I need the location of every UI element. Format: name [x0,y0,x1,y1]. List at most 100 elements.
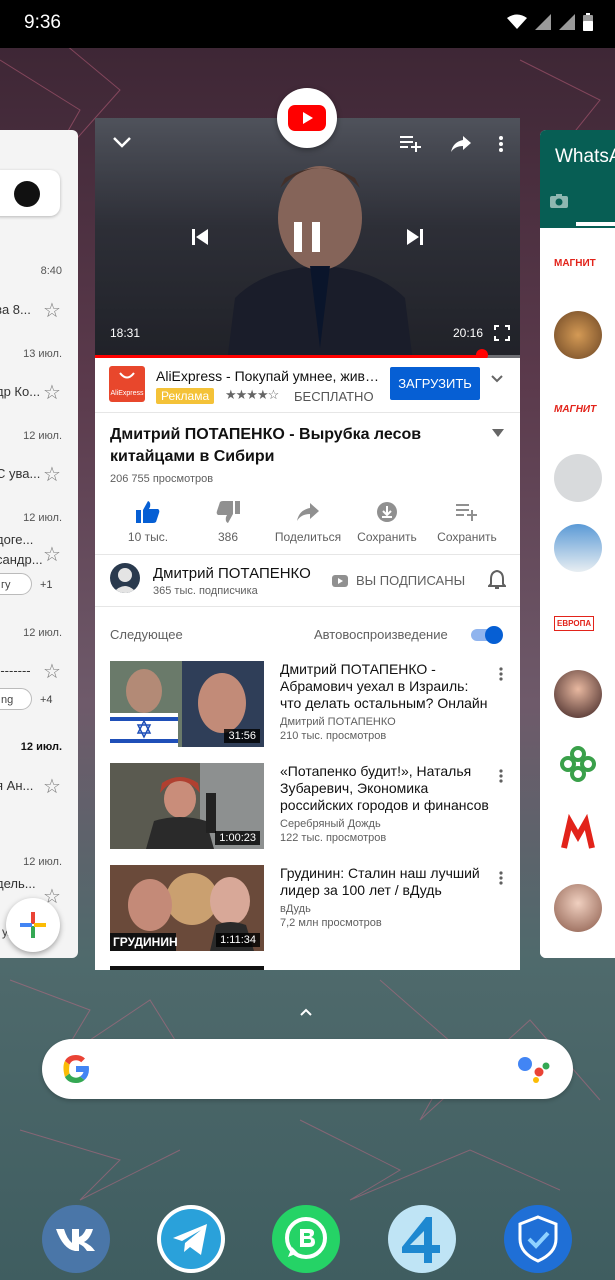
channel-row[interactable]: Дмитрий ПОТАПЕНКО 365 тыс. подписчика ВЫ… [95,556,520,606]
chip-count: +4 [40,694,53,706]
chat-avatar-logo[interactable]: ЕВРОПА [554,616,595,631]
next-video-item[interactable]: 1:00:23 «Потапенко будит!», Наталья Зуба… [95,763,520,853]
next-video-thumbnail-partial[interactable] [110,966,264,970]
item-time: 8:40 [40,265,62,277]
channel-avatar[interactable] [110,563,140,593]
google-assistant-icon[interactable] [517,1054,551,1084]
previous-icon[interactable] [190,227,210,247]
more-icon[interactable] [499,667,503,681]
video-player[interactable]: 18:31 20:16 [95,118,520,358]
chat-avatar[interactable] [554,524,602,572]
share-icon[interactable] [451,136,471,152]
compose-button[interactable] [6,898,60,952]
video-thumbnail[interactable]: 31:56 [110,661,264,747]
telegram-icon [161,1209,221,1269]
dislike-button[interactable]: 386 [183,498,273,544]
video-duration: 1:11:34 [216,933,260,947]
chevron-up-icon[interactable] [298,1006,314,1018]
recent-app-youtube[interactable]: 18:31 20:16 AliExpress AliExpress - Поку… [95,118,520,970]
item-time: 12 июл. [20,741,62,753]
whatsapp-business-app-icon[interactable] [272,1205,340,1273]
telegram-app-icon[interactable] [157,1205,225,1273]
like-button[interactable]: 10 тыс. [103,498,193,544]
plus-icon [20,912,46,938]
star-icon[interactable]: ☆ [43,659,61,684]
search-box[interactable] [0,170,60,216]
autoplay-toggle[interactable] [471,626,503,644]
star-icon[interactable]: ☆ [43,542,61,567]
security-app-icon[interactable] [504,1205,572,1273]
autoplay-label: Автовоспроизведение [314,627,448,642]
next-icon[interactable] [405,227,425,247]
camera-icon[interactable] [550,194,568,208]
avatar[interactable] [14,181,40,207]
chevron-down-icon[interactable] [490,374,504,384]
up-next-label: Следующее [110,627,183,642]
download-label: Сохранить [357,530,417,544]
share-button[interactable]: Поделиться [263,498,353,544]
install-button[interactable]: ЗАГРУЗИТЬ [390,367,480,400]
video-duration: 1:00:23 [215,831,260,845]
video-channel: Дмитрий ПОТАПЕНКО [280,716,396,728]
more-icon[interactable] [499,871,503,885]
four-app-icon[interactable] [388,1205,456,1273]
attachment-chip[interactable]: ng [0,688,32,710]
star-icon[interactable]: ☆ [43,774,61,799]
view-count: 206 755 просмотров [110,473,214,485]
video-views: 122 тыс. просмотров [280,832,387,844]
search-input[interactable] [42,1039,573,1099]
thumbs-up-icon [136,501,160,523]
subscribed-label: ВЫ ПОДПИСАНЫ [356,573,466,588]
minimize-icon[interactable] [111,134,133,150]
video-thumbnail[interactable]: 1:00:23 [110,763,264,849]
chat-avatar[interactable] [554,311,602,359]
youtube-app-icon[interactable] [277,88,337,148]
star-icon[interactable]: ☆ [43,298,61,323]
expand-description-icon[interactable] [491,428,505,438]
pause-icon[interactable] [292,220,322,254]
shopping-bag-icon [119,372,135,379]
video-title[interactable]: Грудинин: Сталин наш лучший лидер за 100… [280,865,490,899]
chat-avatar-logo[interactable]: МАГНИТ [554,258,596,269]
video-views: 7,2 млн просмотров [280,917,382,929]
more-icon[interactable] [498,135,504,153]
download-icon [377,502,397,522]
magnit-logo-icon [561,814,595,849]
chat-avatar[interactable] [554,740,602,788]
chat-avatar[interactable] [554,884,602,932]
fullscreen-icon[interactable] [494,325,510,341]
download-button[interactable]: Сохранить [342,498,432,544]
save-button[interactable]: Сохранить [422,498,512,544]
item-text: дель... [0,876,36,891]
app-title: WhatsApp [555,146,615,167]
item-time: 12 июл. [23,512,62,524]
next-video-item[interactable]: 31:56 Дмитрий ПОТАПЕНКО - Абрамович уеха… [95,661,520,751]
chat-avatar[interactable] [554,670,602,718]
video-thumbnail[interactable]: ГРУДИНИН 1:11:34 [110,865,264,951]
recent-app-right[interactable]: WhatsApp МАГНИТ МАГНИТ ЕВРОПА [540,130,615,958]
chat-avatar-logo[interactable]: МАГНИТ [554,404,596,415]
item-text: С ува... [0,466,41,481]
vk-app-icon[interactable] [42,1205,110,1273]
star-icon[interactable]: ☆ [43,462,61,487]
status-bar: 9:36 [0,0,615,48]
video-title[interactable]: «Потапенко будит!», Наталья Зубаревич, Э… [280,763,490,814]
bell-icon[interactable] [488,570,506,590]
recent-app-left[interactable]: 8:40 за 8... ☆ 13 июл. др Ко... ☆ 12 июл… [0,130,78,958]
attachment-chip[interactable]: гу [0,573,32,595]
video-title[interactable]: Дмитрий ПОТАПЕНКО - Абрамович уехал в Из… [280,661,490,712]
chat-avatar[interactable] [554,454,602,502]
time-current: 18:31 [110,326,141,340]
chat-avatar[interactable] [554,810,602,858]
progress-scrubber[interactable] [475,349,488,358]
item-text: -------- [0,663,31,678]
ad-banner[interactable]: AliExpress AliExpress - Покупай умнее, ж… [95,358,520,413]
star-icon[interactable]: ☆ [43,380,61,405]
next-video-item[interactable]: ГРУДИНИН 1:11:34 Грудинин: Сталин наш лу… [95,865,520,955]
more-icon[interactable] [499,769,503,783]
channel-name[interactable]: Дмитрий ПОТАПЕНКО [153,565,311,582]
video-title[interactable]: Дмитрий ПОТАПЕНКО - Вырубка лесов китайц… [110,424,490,468]
ad-logo[interactable]: AliExpress [109,366,145,402]
subscribed-button[interactable]: ВЫ ПОДПИСАНЫ [332,573,465,588]
add-to-queue-icon[interactable] [400,134,422,152]
